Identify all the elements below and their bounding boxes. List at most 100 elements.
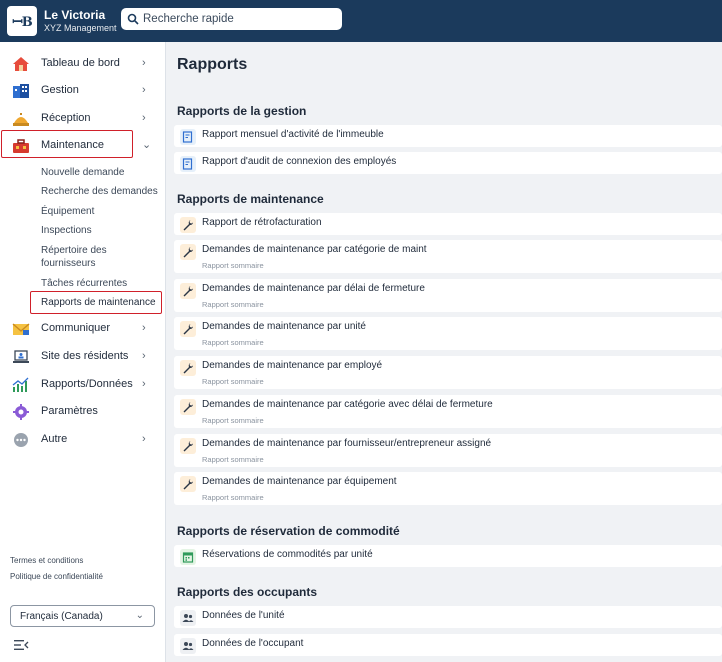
terms-link[interactable]: Termes et conditions	[10, 556, 83, 565]
chart-icon	[12, 377, 30, 393]
sidebar-item-label: Communiquer	[41, 322, 111, 334]
people-icon	[180, 638, 196, 654]
submenu-vendor-directory[interactable]: Répertoire des fournisseurs	[41, 244, 141, 270]
document-edit-icon	[180, 156, 196, 172]
report-label: Réservations de commodités par unité	[202, 549, 373, 560]
sidebar-item-label: Autre	[41, 433, 68, 445]
sidebar-item-label: Site des résidents	[41, 350, 129, 362]
report-item[interactable]: Demandes de maintenance par employé Rapp…	[174, 356, 722, 389]
wrench-icon	[180, 476, 196, 492]
envelope-icon	[12, 321, 30, 337]
main-content: Rapports Rapports de la gestion Rapport …	[167, 42, 722, 662]
sidebar-item-gestion[interactable]: Gestion ›	[0, 78, 166, 104]
report-label: Demandes de maintenance par catégorie av…	[202, 399, 493, 410]
report-subtitle: Rapport sommaire	[202, 377, 264, 386]
submenu-maintenance-reports[interactable]: Rapports de maintenance	[41, 296, 159, 309]
app-logo[interactable]: ꟷB	[7, 6, 37, 36]
report-subtitle: Rapport sommaire	[202, 416, 264, 425]
sidebar: Tableau de bord › Gestion › Réception › …	[0, 42, 166, 662]
wrench-icon	[180, 438, 196, 454]
report-subtitle: Rapport sommaire	[202, 338, 264, 347]
submenu-equipment[interactable]: Équipement	[41, 205, 159, 218]
chevron-right-icon: ›	[142, 322, 146, 334]
section-title-reservation: Rapports de réservation de commodité	[177, 524, 400, 538]
sidebar-item-other[interactable]: Autre ›	[0, 427, 166, 453]
report-item[interactable]: Réservations de commodités par unité	[174, 545, 722, 567]
report-subtitle: Rapport sommaire	[202, 493, 264, 502]
chevron-right-icon: ›	[142, 112, 146, 124]
sidebar-item-reception[interactable]: Réception ›	[0, 106, 166, 132]
section-title-occupants: Rapports des occupants	[177, 585, 318, 599]
language-value: Français (Canada)	[20, 610, 103, 622]
wrench-icon	[180, 399, 196, 415]
chevron-right-icon: ›	[142, 84, 146, 96]
report-item[interactable]: Rapport de rétrofacturation	[174, 213, 722, 235]
sidebar-item-label: Gestion	[41, 84, 79, 96]
sidebar-item-dashboard[interactable]: Tableau de bord ›	[0, 51, 166, 77]
chevron-down-icon: ⌄	[135, 610, 144, 621]
submenu-search-requests[interactable]: Recherche des demandes	[41, 185, 159, 198]
wrench-icon	[180, 217, 196, 233]
sidebar-item-resident-site[interactable]: Site des résidents ›	[0, 344, 166, 370]
report-item[interactable]: Demandes de maintenance par catégorie de…	[174, 240, 722, 273]
submenu-new-request[interactable]: Nouvelle demande	[41, 166, 159, 179]
sidebar-item-settings[interactable]: Paramètres	[0, 399, 166, 425]
page-title: Rapports	[177, 56, 248, 73]
wrench-icon	[180, 283, 196, 299]
report-item[interactable]: Demandes de maintenance par équipement R…	[174, 472, 722, 505]
wrench-icon	[180, 244, 196, 260]
report-label: Demandes de maintenance par unité	[202, 321, 366, 332]
collapse-sidebar-icon[interactable]	[14, 638, 30, 650]
chevron-right-icon: ›	[142, 378, 146, 390]
sidebar-item-maintenance[interactable]: Maintenance ⌄	[0, 133, 166, 159]
report-item[interactable]: Données de l'unité	[174, 606, 722, 628]
gear-icon	[12, 404, 30, 420]
quick-search-input[interactable]: Recherche rapide	[121, 8, 342, 30]
people-icon	[180, 610, 196, 626]
search-icon	[127, 13, 139, 25]
calendar-icon	[180, 549, 196, 565]
laptop-icon	[12, 349, 30, 365]
sidebar-item-label: Tableau de bord	[41, 57, 120, 69]
brand-title: Le Victoria	[44, 8, 106, 22]
report-item[interactable]: Demandes de maintenance par catégorie av…	[174, 395, 722, 428]
submenu-recurring-tasks[interactable]: Tâches récurrentes	[41, 277, 159, 290]
service-bell-icon	[12, 111, 30, 127]
chevron-down-icon: ⌄	[142, 139, 152, 151]
report-item[interactable]: Demandes de maintenance par unité Rappor…	[174, 317, 722, 350]
report-label: Demandes de maintenance par délai de fer…	[202, 283, 425, 294]
report-label: Demandes de maintenance par catégorie de…	[202, 244, 427, 255]
submenu-inspections[interactable]: Inspections	[41, 224, 159, 237]
sidebar-item-label: Rapports/Données	[41, 378, 133, 390]
search-placeholder: Recherche rapide	[143, 13, 234, 25]
report-label: Rapport d'audit de connexion des employé…	[202, 156, 397, 167]
report-label: Rapport mensuel d'activité de l'immeuble	[202, 129, 384, 140]
chevron-right-icon: ›	[142, 350, 146, 362]
sidebar-item-label: Paramètres	[41, 405, 98, 417]
sidebar-item-label: Maintenance	[41, 139, 104, 151]
sidebar-item-communicate[interactable]: Communiquer ›	[0, 316, 166, 342]
report-item[interactable]: Rapport d'audit de connexion des employé…	[174, 152, 722, 174]
report-item[interactable]: Données de l'occupant	[174, 634, 722, 656]
report-label: Demandes de maintenance par équipement	[202, 476, 397, 487]
report-subtitle: Rapport sommaire	[202, 300, 264, 309]
language-select[interactable]: Français (Canada) ⌄	[10, 605, 155, 627]
report-label: Demandes de maintenance par employé	[202, 360, 383, 371]
report-item[interactable]: Demandes de maintenance par délai de fer…	[174, 279, 722, 312]
house-icon	[12, 56, 30, 72]
wrench-icon	[180, 360, 196, 376]
brand-subtitle: XYZ Management	[44, 23, 117, 33]
toolbox-icon	[12, 138, 30, 154]
report-label: Données de l'unité	[202, 610, 285, 621]
document-edit-icon	[180, 129, 196, 145]
chevron-right-icon: ›	[142, 57, 146, 69]
top-bar: ꟷB Le Victoria XYZ Management Recherche …	[0, 0, 722, 42]
report-subtitle: Rapport sommaire	[202, 455, 264, 464]
report-label: Rapport de rétrofacturation	[202, 217, 322, 228]
report-subtitle: Rapport sommaire	[202, 261, 264, 270]
report-item[interactable]: Demandes de maintenance par fournisseur/…	[174, 434, 722, 467]
report-label: Données de l'occupant	[202, 638, 304, 649]
report-item[interactable]: Rapport mensuel d'activité de l'immeuble	[174, 125, 722, 147]
privacy-link[interactable]: Politique de confidentialité	[10, 572, 103, 581]
sidebar-item-reports-data[interactable]: Rapports/Données ›	[0, 372, 166, 398]
